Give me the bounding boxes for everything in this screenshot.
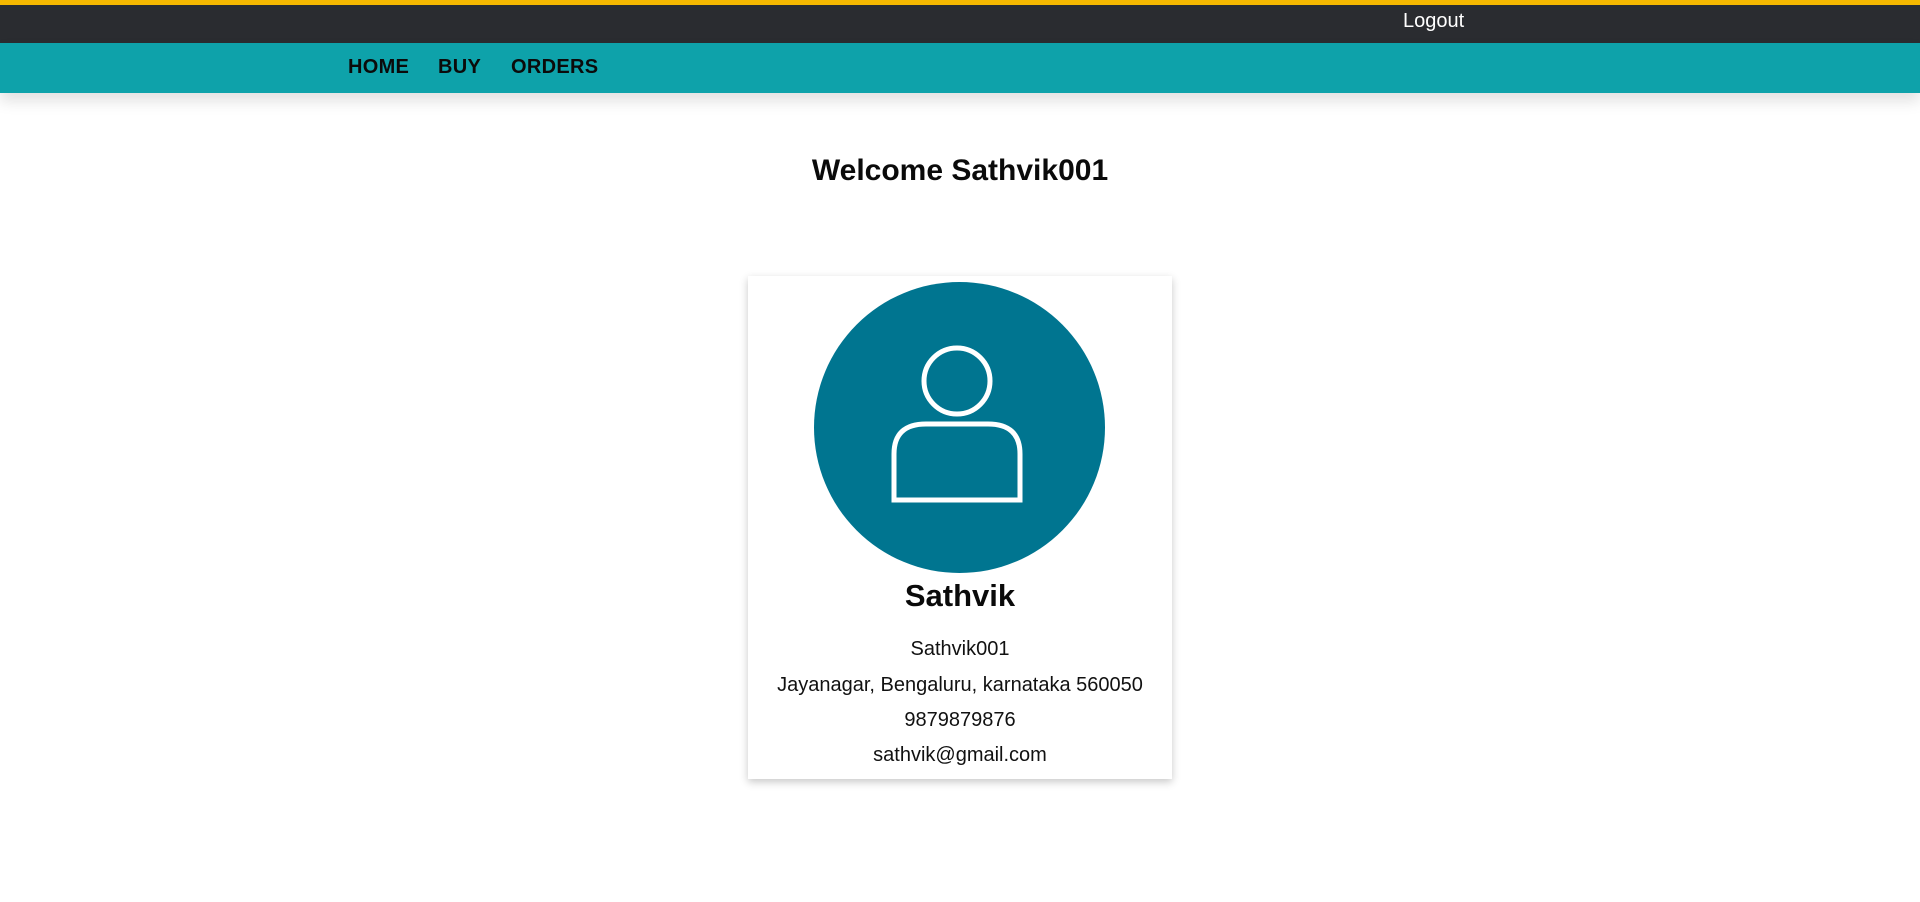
main-navigation: HOME BUY ORDERS (0, 43, 1920, 93)
avatar (814, 282, 1105, 573)
profile-phone: 9879879876 (904, 709, 1016, 731)
nav-home[interactable]: HOME (348, 55, 409, 79)
profile-username: Sathvik001 (910, 638, 1010, 660)
welcome-heading: Welcome Sathvik001 (811, 154, 1109, 187)
nav-buy[interactable]: BUY (438, 55, 481, 79)
profile-name: Sathvik (904, 578, 1016, 613)
profile-address: Jayanagar, Bengaluru, karnataka 560050 (777, 674, 1143, 696)
profile-email: sathvik@gmail.com (873, 744, 1047, 766)
top-bar: Logout (0, 0, 1920, 43)
nav-orders[interactable]: ORDERS (511, 55, 598, 79)
user-icon (891, 345, 1023, 503)
profile-card: Sathvik Sathvik001 Jayanagar, Bengaluru,… (748, 276, 1172, 779)
logout-link[interactable]: Logout (1403, 10, 1464, 32)
